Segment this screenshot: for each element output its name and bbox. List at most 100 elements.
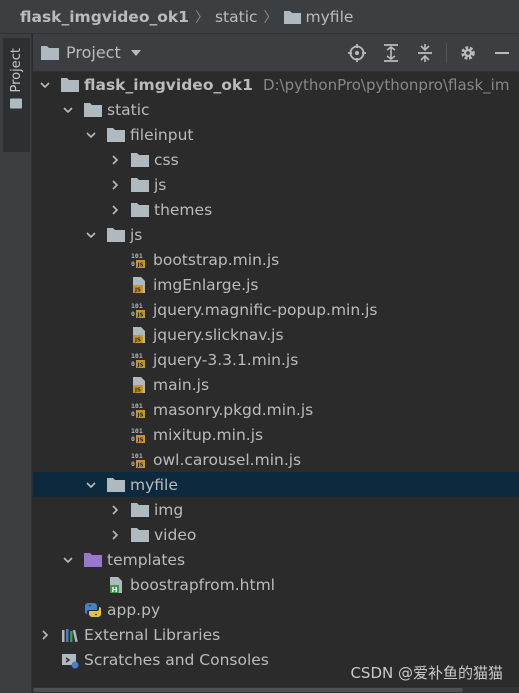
- tree-node-label: flask_imgvideo_ok1: [84, 75, 253, 94]
- tree-node-templates[interactable]: templates: [33, 547, 519, 572]
- folder-icon: [131, 201, 149, 219]
- tree-node-label: templates: [107, 550, 186, 569]
- svg-text:0: 0: [131, 410, 135, 418]
- chevron-right-icon[interactable]: [37, 622, 53, 647]
- tree-node-js-file[interactable]: 101 0 JS mixitup.min.js: [33, 422, 519, 447]
- tree-node-label: static: [107, 100, 150, 119]
- folder-icon: [61, 76, 79, 94]
- tree-node-html-file[interactable]: H boostrapfrom.html: [33, 572, 519, 597]
- project-tool-tab[interactable]: Project: [3, 38, 30, 152]
- tree-node-label: boostrapfrom.html: [130, 575, 275, 594]
- tree-node-static[interactable]: static: [33, 97, 519, 122]
- chevron-down-icon[interactable]: [37, 72, 53, 97]
- project-view-selector[interactable]: Project: [41, 43, 141, 62]
- horizontal-scrollbar[interactable]: [33, 687, 519, 693]
- svg-text:101: 101: [131, 402, 143, 410]
- tree-node-label: Scratches and Consoles: [84, 650, 269, 669]
- tree-node-js[interactable]: js: [33, 222, 519, 247]
- js-file-icon: JS: [130, 376, 148, 394]
- tree-node-label: jquery.magnific-popup.min.js: [153, 300, 378, 319]
- tree-node-label: css: [154, 150, 179, 169]
- tree-node-js-file[interactable]: JS jquery.slicknav.js: [33, 322, 519, 347]
- svg-text:0: 0: [131, 460, 135, 468]
- folder-icon: [131, 501, 149, 519]
- chevron-down-icon[interactable]: [60, 97, 76, 122]
- tree-node-js-file[interactable]: JS imgEnlarge.js: [33, 272, 519, 297]
- tree-node-css[interactable]: css: [33, 147, 519, 172]
- tree-node-js-file[interactable]: JS main.js: [33, 372, 519, 397]
- tree-node-label: masonry.pkgd.min.js: [153, 400, 314, 419]
- tree-node-app-py[interactable]: app.py: [33, 597, 519, 622]
- library-icon: [61, 626, 79, 644]
- svg-text:101: 101: [131, 252, 143, 260]
- breadcrumb-item-static[interactable]: static: [215, 8, 258, 26]
- chevron-down-icon[interactable]: [83, 472, 99, 497]
- tree-node-label: js: [154, 175, 167, 194]
- svg-text:JS: JS: [136, 312, 143, 318]
- tree-node-video[interactable]: video: [33, 522, 519, 547]
- project-tree: flask_imgvideo_ok1 D:\pythonPro\pythonpr…: [33, 72, 519, 693]
- tree-node-label: imgEnlarge.js: [153, 275, 259, 294]
- chevron-right-icon[interactable]: [107, 197, 123, 222]
- tree-node-label: app.py: [107, 600, 161, 619]
- chevron-down-icon[interactable]: [83, 122, 99, 147]
- gear-icon[interactable]: [451, 34, 485, 72]
- tree-node-external-libraries[interactable]: External Libraries: [33, 622, 519, 647]
- minified-js-file-icon: 101 0 JS: [130, 451, 148, 469]
- svg-text:JS: JS: [136, 262, 143, 268]
- tree-node-label: js: [130, 225, 143, 244]
- html-file-icon: H: [107, 576, 125, 594]
- tree-node-js-file[interactable]: 101 0 JS jquery.magnific-popup.min.js: [33, 297, 519, 322]
- chevron-right-icon[interactable]: [107, 497, 123, 522]
- chevron-right-icon[interactable]: [107, 172, 123, 197]
- project-path: D:\pythonPro\pythonpro\flask_im: [262, 75, 510, 94]
- tool-window-stripe: Project: [0, 34, 32, 693]
- svg-text:JS: JS: [134, 387, 141, 393]
- folder-icon: [107, 226, 125, 244]
- tree-node-myfile[interactable]: myfile: [33, 472, 519, 497]
- tree-node-root[interactable]: flask_imgvideo_ok1 D:\pythonPro\pythonpr…: [33, 72, 519, 97]
- chevron-right-icon[interactable]: [107, 522, 123, 547]
- tree-node-js-file[interactable]: 101 0 JS masonry.pkgd.min.js: [33, 397, 519, 422]
- tree-node-label: myfile: [130, 475, 178, 494]
- tree-node-label: themes: [154, 200, 213, 219]
- collapse-all-icon[interactable]: [408, 34, 442, 72]
- minified-js-file-icon: 101 0 JS: [130, 251, 148, 269]
- svg-text:101: 101: [131, 302, 143, 310]
- svg-text:JS: JS: [134, 287, 141, 293]
- tree-node-label: External Libraries: [84, 625, 221, 644]
- chevron-right-icon[interactable]: [107, 147, 123, 172]
- breadcrumb-item-project[interactable]: flask_imgvideo_ok1: [20, 8, 189, 26]
- svg-text:0: 0: [131, 310, 135, 318]
- tree-node-js-file[interactable]: 101 0 JS jquery-3.3.1.min.js: [33, 347, 519, 372]
- tree-node-themes[interactable]: themes: [33, 197, 519, 222]
- folder-icon: [41, 46, 59, 60]
- locate-icon[interactable]: [340, 34, 374, 72]
- svg-text:JS: JS: [136, 462, 143, 468]
- tree-node-label: img: [154, 500, 184, 519]
- tree-node-label: bootstrap.min.js: [153, 250, 280, 269]
- folder-icon: [10, 98, 23, 109]
- tree-node-fileinput[interactable]: fileinput: [33, 122, 519, 147]
- templates-folder-icon: [84, 551, 102, 569]
- header-divider: [446, 43, 447, 63]
- minified-js-file-icon: 101 0 JS: [130, 426, 148, 444]
- tree-node-fileinput-js[interactable]: js: [33, 172, 519, 197]
- breadcrumb-item-myfile[interactable]: myfile: [283, 8, 353, 26]
- svg-text:0: 0: [131, 260, 135, 268]
- chevron-down-icon[interactable]: [60, 547, 76, 572]
- minimize-icon[interactable]: [485, 34, 519, 72]
- folder-icon: [131, 526, 149, 544]
- scrollbar-thumb[interactable]: [33, 688, 463, 692]
- expand-all-icon[interactable]: [374, 34, 408, 72]
- chevron-down-icon[interactable]: [83, 222, 99, 247]
- breadcrumb: flask_imgvideo_ok1 〉 static 〉 myfile: [0, 0, 519, 34]
- tree-node-js-file[interactable]: 101 0 JS owl.carousel.min.js: [33, 447, 519, 472]
- svg-text:101: 101: [131, 427, 143, 435]
- folder-icon: [84, 101, 102, 119]
- python-file-icon: [84, 601, 102, 619]
- svg-text:JS: JS: [136, 362, 143, 368]
- tree-node-js-file[interactable]: 101 0 JS bootstrap.min.js: [33, 247, 519, 272]
- scratches-icon: [61, 651, 79, 669]
- tree-node-img[interactable]: img: [33, 497, 519, 522]
